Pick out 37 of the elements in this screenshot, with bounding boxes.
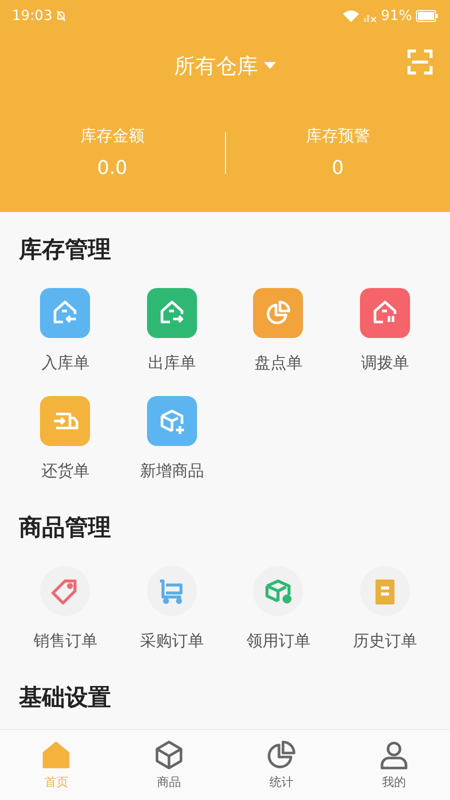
menu-label[interactable]: 新增商品 [140, 461, 204, 482]
section-title: 商品管理 [19, 514, 112, 543]
tab[interactable]: 我的 [338, 730, 450, 800]
menu-label[interactable]: 历史订单 [352, 631, 417, 652]
menu-label[interactable]: 调拨单 [360, 353, 409, 374]
pie-icon[interactable] [266, 740, 296, 770]
tile-icon[interactable] [40, 288, 90, 338]
section-title: 基础设置 [19, 684, 112, 713]
person-icon[interactable] [378, 740, 409, 770]
section-title: 库存管理 [19, 236, 112, 265]
stat-label: 库存金额 [80, 126, 144, 147]
stat-value: 0.0 [97, 157, 128, 179]
tile-icon[interactable] [40, 396, 90, 446]
stat-value: 0 [332, 157, 344, 179]
menu-label[interactable]: 盘点单 [254, 353, 302, 374]
tile-icon[interactable] [360, 288, 410, 338]
wifi-icon [342, 10, 359, 22]
scan-icon[interactable] [407, 49, 433, 75]
menu-label[interactable]: 采购订单 [140, 631, 204, 652]
tab[interactable]: 统计 [225, 730, 338, 800]
tile-icon[interactable] [146, 288, 197, 338]
cube-icon[interactable] [154, 740, 184, 770]
menu-label[interactable]: 销售订单 [33, 631, 98, 652]
tile-icon[interactable] [146, 396, 197, 446]
stat-label: 库存预警 [306, 126, 370, 147]
bell-off-icon [56, 10, 66, 22]
tab[interactable]: 商品 [112, 730, 225, 800]
tile-icon[interactable] [253, 288, 304, 338]
menu-label[interactable]: 出库单 [148, 353, 196, 374]
menu-label[interactable]: 入库单 [41, 353, 90, 374]
house-icon[interactable] [41, 740, 72, 770]
menu-label[interactable]: 领用订单 [246, 631, 310, 652]
battery-level: 91% [380, 8, 412, 24]
status-time: 19:03 [12, 8, 52, 24]
caret-icon[interactable] [264, 62, 276, 70]
menu-label[interactable]: 还货单 [41, 461, 90, 482]
battery-icon [416, 10, 438, 22]
